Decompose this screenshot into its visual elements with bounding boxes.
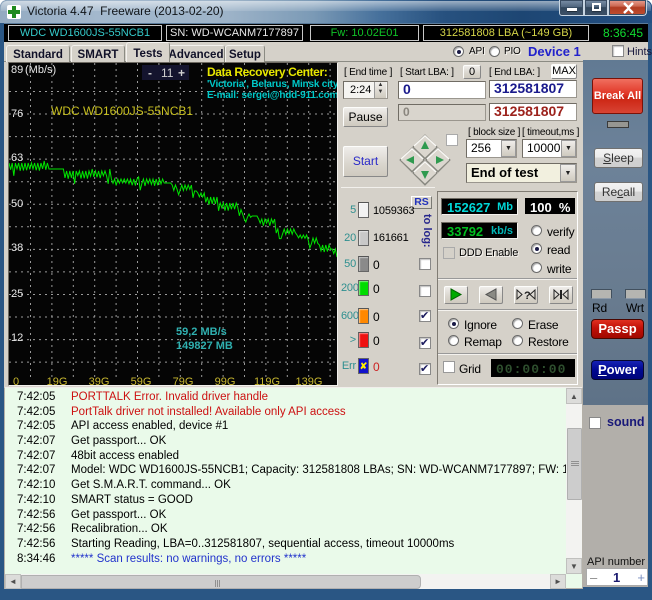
svg-text:0: 0 — [13, 376, 19, 386]
svg-text:+: + — [178, 66, 185, 80]
svg-text:-: - — [148, 66, 152, 80]
svg-text:?: ? — [524, 290, 531, 301]
svg-text:139G: 139G — [296, 376, 323, 386]
svg-text:79G: 79G — [173, 376, 194, 386]
svg-text:149827 MB: 149827 MB — [176, 340, 233, 352]
svg-text:11: 11 — [161, 66, 174, 80]
svg-text:19G: 19G — [47, 376, 68, 386]
svg-text:39G: 39G — [89, 376, 110, 386]
svg-text:E-mail: sergei@hdd-911.com: E-mail: sergei@hdd-911.com — [207, 90, 338, 101]
svg-text:76: 76 — [11, 108, 23, 120]
svg-text:63: 63 — [11, 152, 23, 164]
svg-text:12: 12 — [11, 332, 23, 344]
svg-text:38: 38 — [11, 242, 23, 254]
svg-text:119G: 119G — [254, 376, 280, 386]
svg-text:59G: 59G — [131, 376, 152, 386]
svg-text:(Mb/s): (Mb/s) — [25, 64, 56, 76]
svg-text:25: 25 — [11, 288, 23, 300]
svg-text:89: 89 — [11, 64, 23, 76]
svg-text:WDC WD1600JS-55NCB1: WDC WD1600JS-55NCB1 — [51, 104, 193, 118]
svg-text:99G: 99G — [215, 376, 236, 386]
svg-text:50: 50 — [11, 198, 23, 210]
svg-text:59,2 MB/s: 59,2 MB/s — [176, 326, 227, 338]
svg-text:Data Recovery Center:: Data Recovery Center: — [207, 65, 327, 79]
svg-text:'Victoria', Belarus, Minsk cit: 'Victoria', Belarus, Minsk city — [207, 79, 338, 90]
